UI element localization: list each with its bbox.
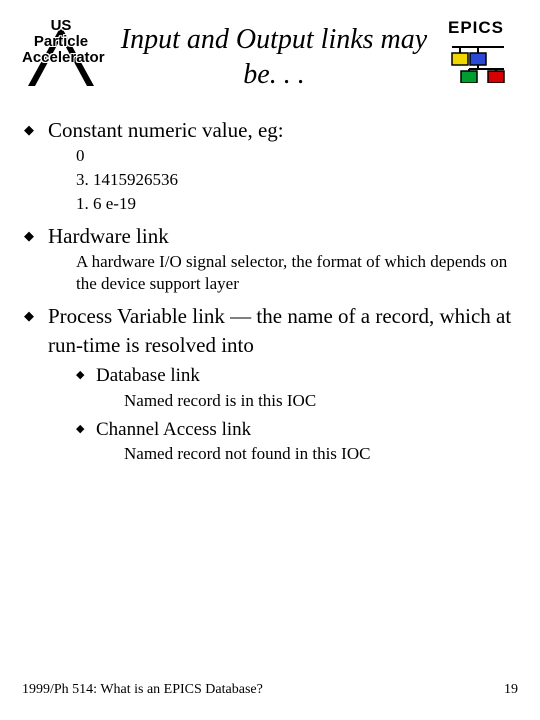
bullet-constant: Constant numeric value, eg: 0 3. 1415926… bbox=[24, 116, 518, 216]
slide-footer: 1999/Ph 514: What is an EPICS Database? … bbox=[22, 682, 518, 698]
example-value: 1. 6 e-19 bbox=[76, 193, 518, 216]
constant-examples: 0 3. 1415926536 1. 6 e-19 bbox=[48, 145, 518, 216]
slide-header: US Particle Accelerator Input and Output… bbox=[22, 18, 518, 98]
footer-page-number: 19 bbox=[504, 682, 518, 698]
footer-left: 1999/Ph 514: What is an EPICS Database? bbox=[22, 682, 263, 698]
bullet-pv-link: Process Variable link — the name of a re… bbox=[24, 302, 518, 466]
sub-bullet-detail: Named record not found in this IOC bbox=[96, 443, 518, 466]
us-particle-accelerator-logo: US Particle Accelerator bbox=[22, 18, 100, 98]
bullet-heading: Constant numeric value, eg: bbox=[48, 118, 284, 142]
slide-title: Input and Output links may be. . . bbox=[110, 18, 438, 92]
sub-bullet-ca-link: Channel Access link Named record not fou… bbox=[76, 417, 518, 467]
slide-content: Constant numeric value, eg: 0 3. 1415926… bbox=[22, 116, 518, 466]
logo-left-line2: Particle bbox=[22, 34, 100, 50]
logo-left-line1: US bbox=[22, 18, 100, 34]
epics-label: EPICS bbox=[448, 18, 518, 38]
bullet-heading: Process Variable link — the name of a re… bbox=[48, 304, 511, 356]
sub-bullet-label: Channel Access link bbox=[96, 419, 251, 440]
bullet-heading: Hardware link bbox=[48, 224, 169, 248]
logo-left-line3: Accelerator bbox=[22, 50, 100, 66]
sub-bullet-label: Database link bbox=[96, 365, 200, 386]
hardware-description: A hardware I/O signal selector, the form… bbox=[48, 251, 518, 297]
epics-icon bbox=[448, 41, 508, 83]
sub-bullet-detail: Named record is in this IOC bbox=[96, 390, 518, 413]
bullet-hardware: Hardware link A hardware I/O signal sele… bbox=[24, 222, 518, 296]
example-value: 0 bbox=[76, 145, 518, 168]
epics-logo: EPICS bbox=[448, 18, 518, 83]
example-value: 3. 1415926536 bbox=[76, 169, 518, 192]
sub-bullet-database-link: Database link Named record is in this IO… bbox=[76, 363, 518, 413]
